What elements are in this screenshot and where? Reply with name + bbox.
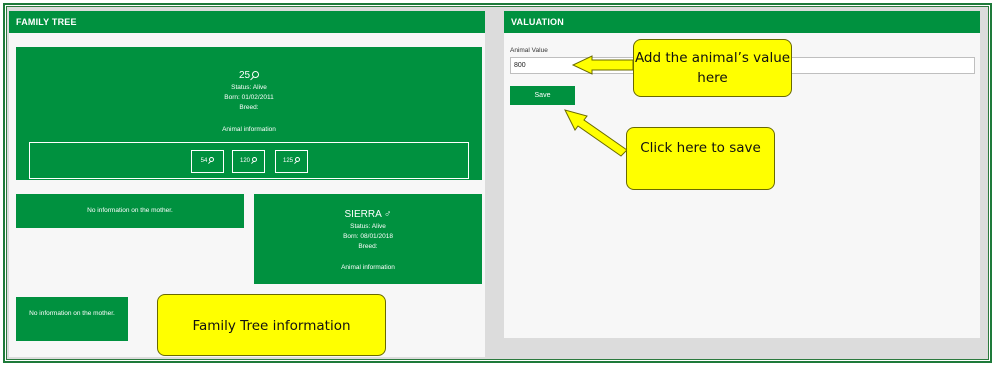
valuation-header: VALUATION xyxy=(504,11,980,33)
callout-family-tree: Family Tree information xyxy=(157,294,386,356)
main-animal-breed: Breed: xyxy=(239,104,259,111)
mother-card-top: No information on the mother. xyxy=(16,194,244,228)
offspring-item[interactable]: 54 xyxy=(191,150,224,173)
magnifier-icon[interactable] xyxy=(252,71,260,78)
offspring-box: 54 120 125 xyxy=(29,142,469,179)
offspring-id: 120 xyxy=(239,158,250,164)
offspring-item[interactable]: 125 xyxy=(275,150,308,173)
magnifier-icon xyxy=(252,157,257,162)
father-born: Born: 08/01/2018 xyxy=(343,233,393,240)
father-name-row: SIERRA ♂ xyxy=(254,209,482,220)
callout-click-save: Click here to save xyxy=(626,127,775,190)
callout-add-value: Add the animal’s value here xyxy=(633,39,792,97)
father-name: SIERRA xyxy=(344,209,382,220)
main-animal-name-row: 25 xyxy=(16,70,482,81)
male-symbol-icon: ♂ xyxy=(383,209,392,220)
offspring-id: 54 xyxy=(200,158,208,164)
save-button[interactable]: Save xyxy=(510,86,575,105)
magnifier-icon xyxy=(295,157,300,162)
father-card: SIERRA ♂ Status: Alive Born: 08/01/2018 … xyxy=(254,194,482,284)
mother-bottom-text: No information on the mother. xyxy=(29,310,115,317)
magnifier-icon xyxy=(209,157,215,162)
father-breed: Breed: xyxy=(358,243,378,250)
family-tree-header: FAMILY TREE xyxy=(9,11,485,33)
offspring-item[interactable]: 120 xyxy=(232,150,265,173)
animal-value-label: Animal Value xyxy=(510,47,548,54)
main-animal-born: Born: 01/02/2011 xyxy=(224,94,274,101)
father-status: Status: Alive xyxy=(350,223,386,230)
main-animal-info-link[interactable]: Animal information xyxy=(16,126,482,133)
main-animal-name: 25 xyxy=(238,70,251,81)
main-animal-status: Status: Alive xyxy=(231,84,267,91)
offspring-id: 125 xyxy=(282,158,293,164)
mother-card-bottom: No information on the mother. xyxy=(16,297,128,341)
main-animal-card: 25 Status: Alive Born: 01/02/2011 Breed:… xyxy=(16,47,482,180)
father-info-link[interactable]: Animal information xyxy=(254,264,482,271)
